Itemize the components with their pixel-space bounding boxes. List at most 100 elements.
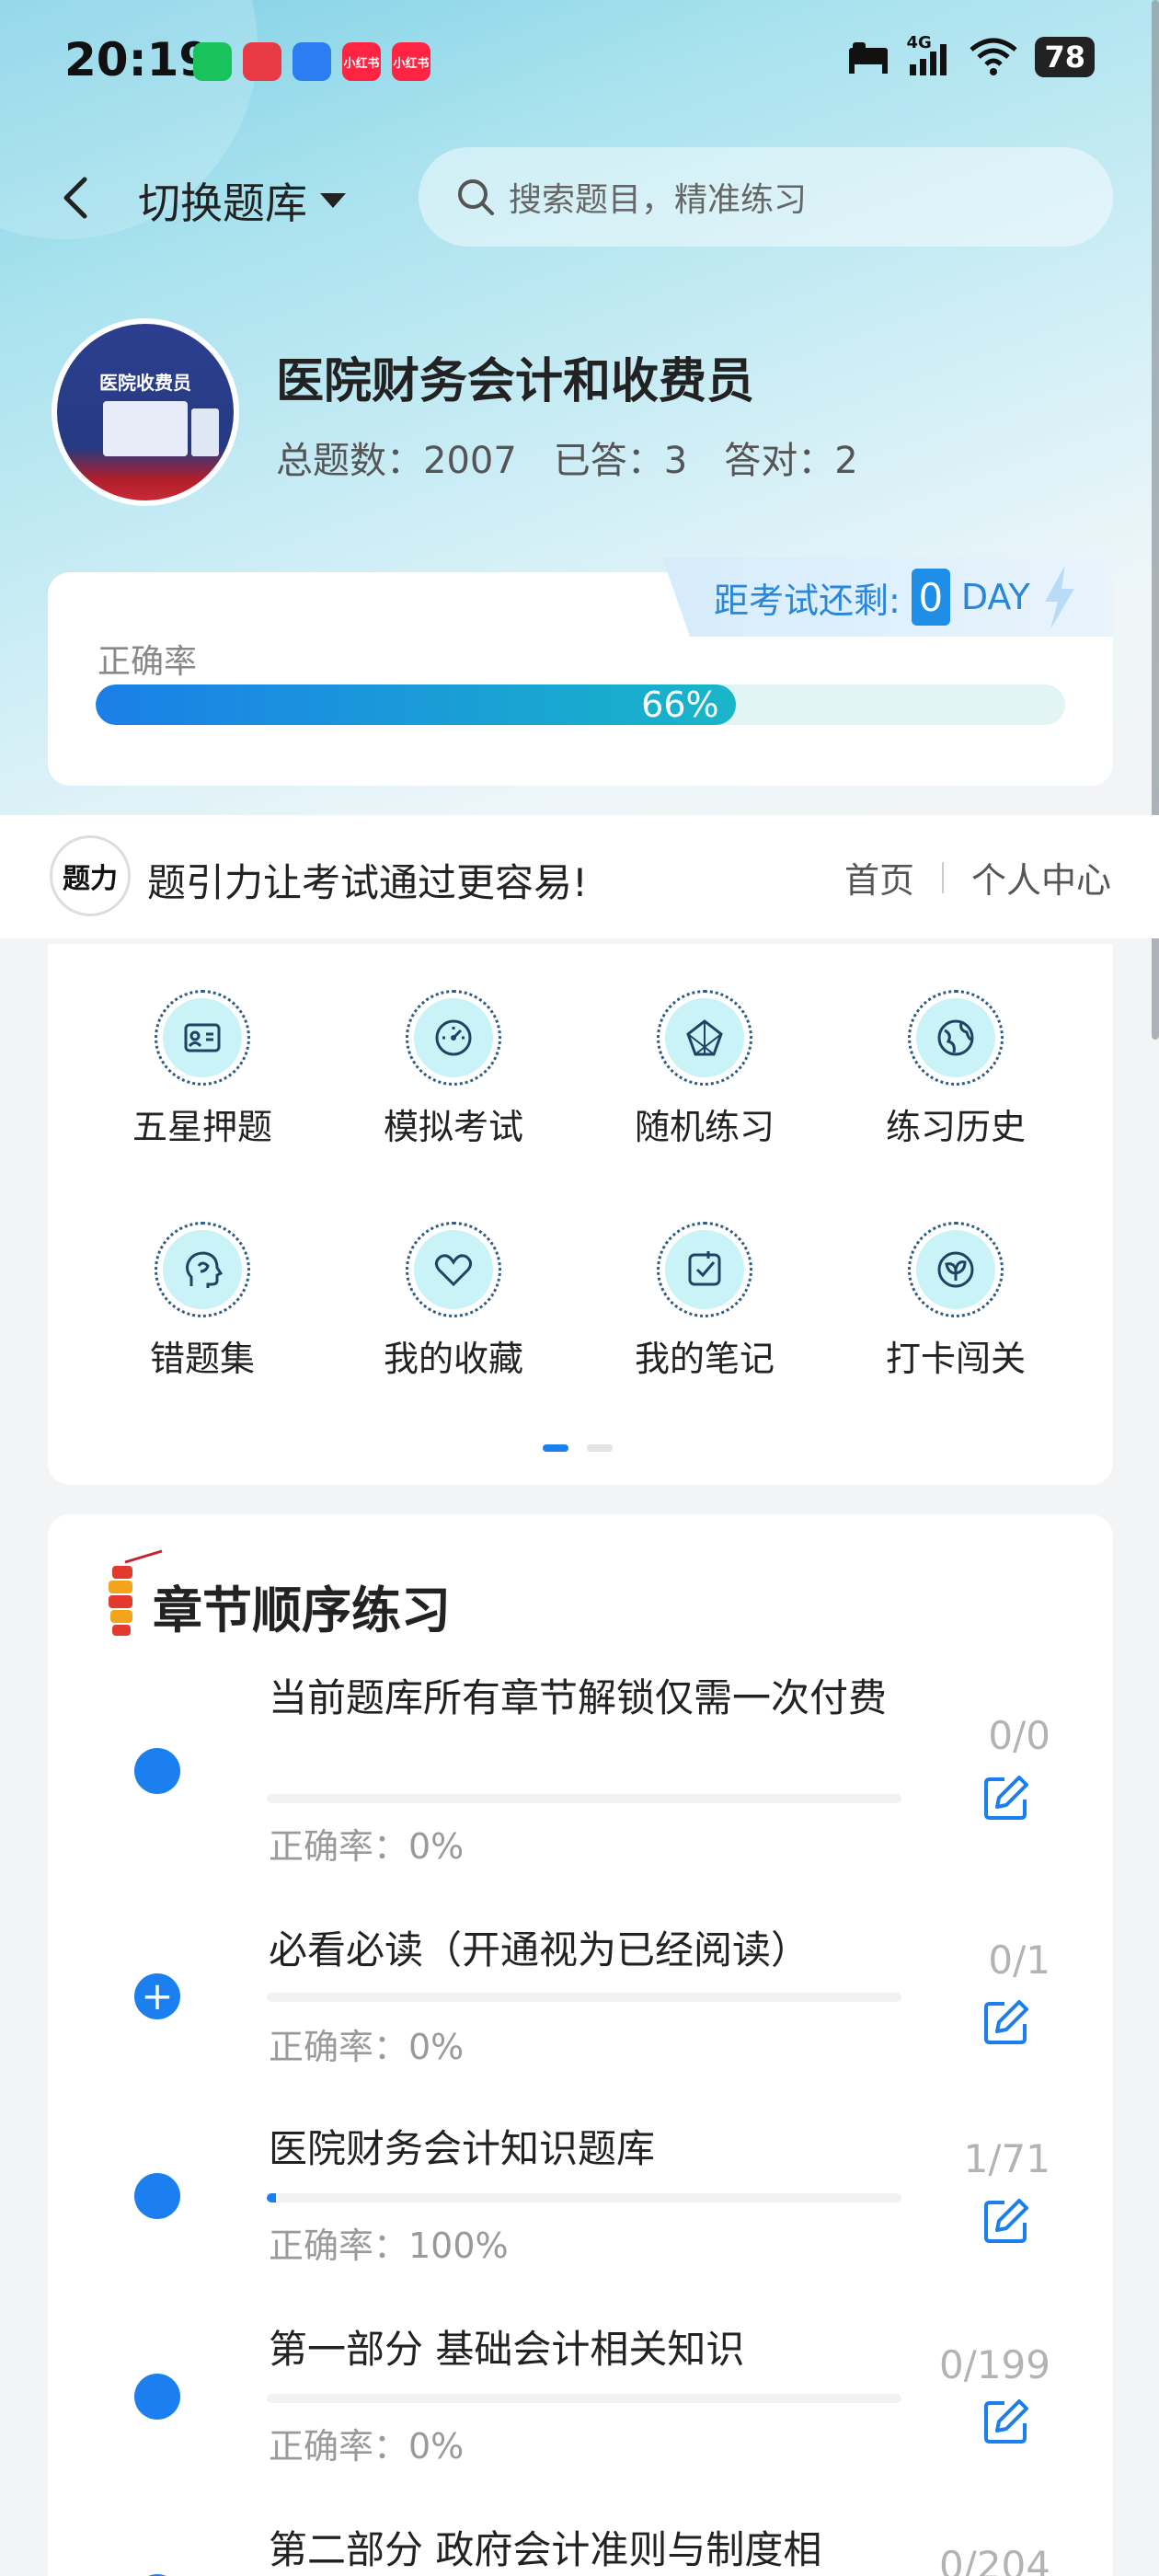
note-check-icon-ring: [657, 1222, 752, 1317]
wifi-icon: [970, 38, 1018, 75]
feature-label: 错题集: [149, 1339, 255, 1379]
slogan-text: 题引力让考试通过更容易!: [147, 860, 588, 905]
chapter-progress-bar: [267, 2193, 901, 2202]
chapter-count: 0/1: [988, 1938, 1050, 1983]
chapter-progress-fill: [267, 2193, 276, 2202]
edit-icon[interactable]: [981, 1772, 1032, 1823]
battery-indicator: 78: [1035, 37, 1095, 77]
chapter-name: 医院财务会计知识题库: [269, 2126, 656, 2171]
chapter-accuracy: 正确率：0%: [269, 2027, 465, 2067]
id-card-icon-ring: [155, 990, 250, 1086]
signal-icon: 4G: [906, 33, 952, 77]
feature-2[interactable]: 模拟考试: [343, 990, 564, 1149]
feature-label: 我的笔记: [634, 1339, 775, 1379]
slogan-bar: 题力 题引力让考试通过更容易! 首页 个人中心: [0, 815, 1159, 938]
edit-icon[interactable]: [981, 2396, 1032, 2447]
feature-1[interactable]: 五星押题: [92, 990, 313, 1149]
heart-icon-bg: [414, 1230, 493, 1309]
gauge-icon-ring: [406, 990, 501, 1086]
app-icon-blue: [293, 42, 331, 81]
heart-icon-ring: [406, 1222, 501, 1317]
feature-5[interactable]: 错题集: [92, 1222, 313, 1381]
head-icon: [186, 1251, 224, 1288]
countdown-days: 0: [911, 569, 950, 626]
correct-count: 答对：2: [724, 440, 858, 482]
chapter-section-title: 章节顺序练习: [153, 1581, 451, 1639]
caret-down-icon: [320, 193, 346, 208]
chapter-name: 第一部分 基础会计相关知识: [269, 2327, 745, 2372]
chapter-progress-bar: [267, 1794, 901, 1803]
accuracy-progress-fill: 66%: [96, 684, 736, 725]
feature-8[interactable]: 打卡闯关: [845, 1222, 1066, 1381]
search-placeholder: 搜索题目，精准练习: [509, 181, 808, 219]
feature-label: 随机练习: [634, 1107, 775, 1147]
feature-3[interactable]: 随机练习: [594, 990, 815, 1149]
search-icon: [458, 179, 494, 215]
chapter-accuracy: 正确率：0%: [269, 1826, 465, 1867]
nav-home-link[interactable]: 首页: [844, 852, 914, 903]
system-icons: 4G 78: [847, 33, 1095, 77]
feature-label: 五星押题: [132, 1107, 272, 1147]
brand-logo: 题力: [50, 835, 131, 916]
feature-6[interactable]: 我的收藏: [343, 1222, 564, 1381]
search-input[interactable]: 搜索题目，精准练习: [419, 147, 1113, 247]
course-avatar[interactable]: 医院收费员: [52, 318, 239, 506]
chapter-count: 1/71: [963, 2136, 1050, 2181]
id-card-icon: [184, 1023, 221, 1052]
total-questions: 总题数：2007: [276, 440, 517, 482]
feature-4[interactable]: 练习历史: [845, 990, 1066, 1149]
chapter-status-dot[interactable]: [134, 2173, 180, 2219]
chapter-accuracy: 正确率：0%: [269, 2426, 465, 2467]
feature-label: 练习历史: [885, 1107, 1026, 1147]
back-arrow-icon[interactable]: [55, 170, 96, 225]
feature-label: 模拟考试: [383, 1107, 523, 1147]
chapter-progress-bar: [267, 1993, 901, 2002]
status-time: 20:19: [64, 33, 212, 86]
accuracy-percent: 66%: [641, 684, 719, 725]
chapter-status-dot[interactable]: [134, 2374, 180, 2420]
app-icon-red: [243, 42, 281, 81]
edit-icon[interactable]: [981, 2195, 1032, 2247]
feature-label: 打卡闯关: [885, 1339, 1026, 1379]
head-icon-bg: [163, 1230, 242, 1309]
chapter-count: 0/204: [938, 2543, 1050, 2576]
feature-label: 我的收藏: [383, 1339, 523, 1379]
random-icon: [686, 1019, 723, 1056]
chapter-status-dot[interactable]: [134, 1748, 180, 1794]
globe-icon: [937, 1019, 974, 1056]
lightning-icon: [1044, 565, 1074, 629]
status-bar: 20:19 小红书 小红书 4G 78: [0, 0, 1159, 129]
feature-7[interactable]: 我的笔记: [594, 1222, 815, 1381]
switch-bank-label: 切换题库: [138, 178, 307, 228]
countdown-unit: DAY: [960, 577, 1030, 617]
chapter-count: 0/0: [988, 1713, 1050, 1758]
chapter-accuracy: 正确率：100%: [269, 2225, 509, 2266]
xiaohongshu-icon-2: 小红书: [392, 42, 430, 81]
chapter-count: 0/199: [938, 2342, 1050, 2387]
page-indicator: [543, 1444, 613, 1452]
exam-countdown: 距考试还剩: 0 DAY: [662, 558, 1113, 637]
countdown-label: 距考试还剩:: [714, 580, 901, 621]
course-title: 医院财务会计和收费员: [276, 354, 755, 409]
note-check-icon-bg: [665, 1230, 744, 1309]
chapter-name: 第二部分 政府会计准则与制度相: [269, 2527, 822, 2572]
bed-icon: [849, 42, 889, 74]
xiaohongshu-icon: 小红书: [342, 42, 381, 81]
switch-bank-dropdown[interactable]: 切换题库: [138, 170, 348, 231]
answered-count: 已答：3: [553, 440, 688, 482]
notification-icons: 小红书 小红书: [193, 42, 430, 81]
heart-icon: [434, 1254, 473, 1287]
chapter-progress-bar: [267, 2394, 901, 2403]
edit-icon[interactable]: [981, 1996, 1032, 2048]
leaf-icon-ring: [908, 1222, 1004, 1317]
nav-profile-link[interactable]: 个人中心: [971, 852, 1111, 903]
wechat-icon: [193, 42, 232, 81]
chapter-status-dot[interactable]: +: [134, 1973, 180, 2019]
course-stats: 总题数：2007 已答：3 答对：2: [276, 431, 858, 484]
gauge-icon-bg: [414, 998, 493, 1077]
id-card-icon-bg: [163, 998, 242, 1077]
accuracy-progress-bar: 66%: [96, 684, 1065, 725]
slogan-nav: 首页 个人中心: [844, 852, 1111, 903]
page-dot[interactable]: [587, 1444, 613, 1452]
page-dot-active[interactable]: [543, 1444, 568, 1452]
